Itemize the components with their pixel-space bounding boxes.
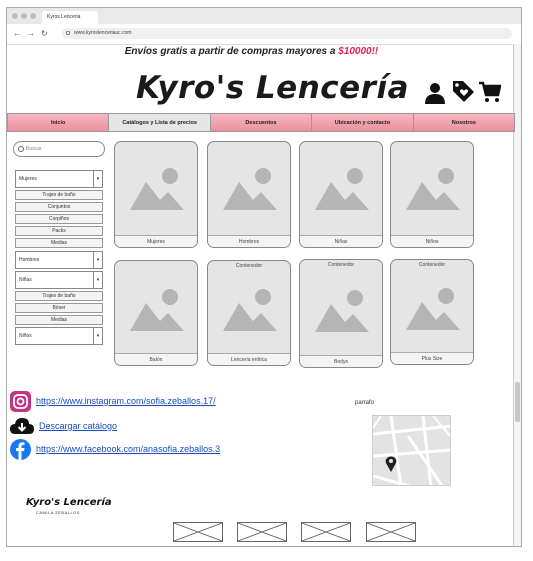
forward-icon[interactable]: → — [27, 29, 35, 39]
image-placeholder-icon — [315, 168, 369, 210]
catalog-download-row[interactable]: Descargar catálogo — [10, 416, 117, 436]
menu-nosotros[interactable]: Nosotros — [412, 113, 516, 132]
card-caption: Hombres — [208, 235, 290, 247]
main-menu: Inicio Catálogos y Lista de precios Desc… — [7, 113, 516, 132]
image-placeholder-icon — [130, 289, 184, 331]
promo-amount: $10000!! — [338, 46, 379, 57]
browser-tab[interactable]: Kyros Lenceria — [42, 11, 98, 24]
instagram-link[interactable]: https://www.instagram.com/sofia.zeballos… — [36, 396, 216, 406]
menu-ubicacion[interactable]: Ubicación y contacto — [311, 113, 414, 132]
shipping-promo: Envíos gratis a partir de compras mayore… — [0, 46, 503, 57]
menu-catalogos[interactable]: Catálogos y Lista de precios — [108, 113, 211, 132]
product-card-lenceria-erotica[interactable]: Contenedor Lencería erótica — [207, 260, 291, 366]
select-ninos[interactable]: Niños ▾ — [15, 327, 103, 345]
promo-text: Envíos gratis a partir de compras mayore… — [124, 46, 339, 57]
card-caption: Batón — [115, 353, 197, 365]
window-maximize-dot[interactable] — [30, 13, 36, 19]
card-caption: Bodys — [300, 355, 382, 367]
image-placeholder-icon — [406, 168, 460, 210]
select-mujeres-value: Mujeres — [19, 176, 37, 182]
url-text: www.kyroslenceriauc.com — [74, 30, 132, 36]
footer-image-placeholder — [237, 522, 287, 542]
subitem-ninas-boxer[interactable]: Bóxer — [15, 303, 103, 313]
select-ninos-value: Niños — [19, 333, 32, 339]
location-map[interactable] — [372, 415, 451, 486]
back-icon[interactable]: ← — [13, 29, 21, 39]
image-placeholder-icon — [223, 168, 277, 210]
footer-image-placeholder — [173, 522, 223, 542]
facebook-link-row[interactable]: https://www.facebook.com/anasofia.zeball… — [10, 438, 220, 460]
subitem-mujeres-conjuntos[interactable]: Conjuntos — [15, 202, 103, 212]
map-pin-icon[interactable] — [385, 456, 397, 472]
subitem-mujeres-trajes[interactable]: Trajes de baño — [15, 190, 103, 200]
select-ninas-value: Niñas — [19, 277, 32, 283]
subitem-ninas-medias[interactable]: Medias — [15, 315, 103, 325]
cart-icon[interactable] — [479, 81, 501, 103]
subitem-mujeres-corpinos[interactable]: Corpiños — [15, 214, 103, 224]
user-icon[interactable] — [425, 82, 445, 104]
image-placeholder-icon — [223, 289, 277, 331]
cloud-download-icon[interactable] — [10, 416, 34, 436]
product-card-baton[interactable]: Batón — [114, 260, 198, 366]
scrollbar-thumb[interactable] — [515, 382, 520, 422]
select-mujeres[interactable]: Mujeres ▾ — [15, 170, 103, 188]
image-placeholder-icon — [406, 288, 460, 330]
product-card-ninos[interactable]: Niños — [390, 141, 474, 248]
select-ninas[interactable]: Niñas ▾ — [15, 271, 103, 289]
card-caption: Plus Size — [391, 352, 473, 364]
chevron-down-icon[interactable]: ▾ — [93, 328, 102, 344]
browser-titlebar: Kyros Lenceria — [7, 8, 521, 24]
chevron-down-icon[interactable]: ▾ — [93, 252, 102, 268]
card-caption: Mujeres — [115, 235, 197, 247]
footer-image-placeholder — [366, 522, 416, 542]
search-input[interactable]: Buscar — [13, 141, 105, 157]
card-header: Contenedor — [235, 263, 263, 269]
card-caption: Lencería erótica — [208, 353, 290, 365]
address-bar-row: ← → ↻ www.kyroslenceriauc.com — [7, 24, 521, 45]
window-close-dot[interactable] — [12, 13, 18, 19]
instagram-icon[interactable] — [10, 390, 31, 412]
product-card-ninas[interactable]: Niñas — [299, 141, 383, 248]
product-card-hombres[interactable]: Hombres — [207, 141, 291, 248]
subitem-mujeres-medias[interactable]: Medias — [15, 238, 103, 248]
facebook-icon[interactable] — [10, 438, 31, 460]
catalog-download-link[interactable]: Descargar catálogo — [39, 421, 117, 431]
search-placeholder: Buscar — [26, 146, 42, 152]
url-field[interactable]: www.kyroslenceriauc.com — [62, 28, 512, 39]
instagram-link-row[interactable]: https://www.instagram.com/sofia.zeballos… — [10, 390, 216, 412]
search-icon — [18, 146, 24, 152]
product-card-bodys[interactable]: Contenedor Bodys — [299, 259, 383, 368]
map-streets — [373, 416, 450, 485]
product-card-plus-size[interactable]: Contenedor Plus Size — [390, 259, 474, 365]
chevron-down-icon[interactable]: ▾ — [93, 272, 102, 288]
reload-icon[interactable]: ↻ — [41, 29, 48, 39]
subitem-mujeres-packs[interactable]: Packs — [15, 226, 103, 236]
chevron-down-icon[interactable]: ▾ — [93, 171, 102, 187]
select-hombres[interactable]: Hombres ▾ — [15, 251, 103, 269]
subitem-ninas-trajes[interactable]: Trajes de baño — [15, 291, 103, 301]
select-hombres-value: Hombres — [19, 257, 40, 263]
footer-logo: Kyro's Lencería — [26, 497, 112, 508]
window-minimize-dot[interactable] — [21, 13, 27, 19]
card-header: Contenedor — [327, 262, 355, 268]
menu-descuentos[interactable]: Descuentos — [209, 113, 313, 132]
footer-subtitle: CAMILA ZEBALLOS — [36, 510, 80, 515]
brand-title: Kyro's Lencería — [136, 70, 410, 106]
image-placeholder-icon — [130, 168, 184, 210]
card-header: Contenedor — [418, 262, 446, 268]
paragraph-label: parrafo — [355, 400, 375, 406]
card-caption: Niñas — [300, 235, 382, 247]
menu-inicio[interactable]: Inicio — [7, 113, 110, 132]
footer-image-placeholder — [301, 522, 351, 542]
lock-icon — [66, 31, 70, 35]
image-placeholder-icon — [315, 290, 369, 332]
facebook-link[interactable]: https://www.facebook.com/anasofia.zeball… — [36, 444, 220, 454]
product-card-mujeres[interactable]: Mujeres — [114, 141, 198, 248]
card-caption: Niños — [391, 235, 473, 247]
tag-heart-icon[interactable] — [451, 79, 476, 104]
